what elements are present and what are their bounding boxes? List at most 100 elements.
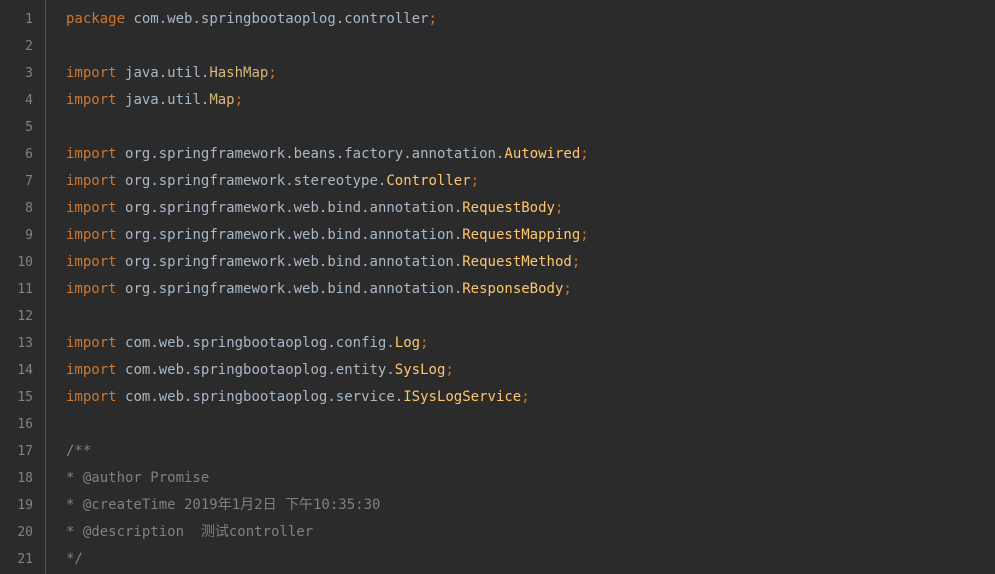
code-token: Controller (386, 173, 470, 189)
code-token: import (66, 389, 125, 405)
code-token: . (150, 362, 158, 378)
code-line[interactable]: * @createTime 2019年1月2日 下午10:35:30 (66, 492, 995, 519)
code-token: web (294, 200, 319, 216)
code-token: . (454, 227, 462, 243)
code-line[interactable]: import java.util.Map; (66, 87, 995, 114)
code-token: . (454, 200, 462, 216)
code-token: import (66, 92, 125, 108)
code-token: * @createTime 2019年1月2日 下午10:35:30 (66, 497, 380, 513)
code-line[interactable]: import com.web.springbootaoplog.entity.S… (66, 357, 995, 384)
line-number: 3 (0, 60, 45, 87)
code-token: import (66, 281, 125, 297)
code-token: ; (521, 389, 529, 405)
code-token: . (159, 65, 167, 81)
code-token: com (125, 335, 150, 351)
code-token: . (150, 254, 158, 270)
code-token: . (336, 11, 344, 27)
code-line[interactable]: package com.web.springbootaoplog.control… (66, 6, 995, 33)
line-number: 7 (0, 168, 45, 195)
code-token: import (66, 227, 125, 243)
code-token: web (159, 389, 184, 405)
code-line[interactable]: import org.springframework.web.bind.anno… (66, 249, 995, 276)
code-line[interactable]: import org.springframework.beans.factory… (66, 141, 995, 168)
code-token: bind (327, 200, 361, 216)
code-line[interactable]: import com.web.springbootaoplog.config.L… (66, 330, 995, 357)
code-token: org (125, 200, 150, 216)
code-token: . (361, 254, 369, 270)
code-token: import (66, 65, 125, 81)
code-token: ; (563, 281, 571, 297)
code-line[interactable]: * @author Promise (66, 465, 995, 492)
code-token: annotation (370, 227, 454, 243)
code-token: annotation (412, 146, 496, 162)
code-line[interactable]: */ (66, 546, 995, 573)
line-number: 21 (0, 546, 45, 573)
code-token: com (133, 11, 158, 27)
code-line[interactable]: import org.springframework.web.bind.anno… (66, 276, 995, 303)
code-token: controller (344, 11, 428, 27)
code-token: springbootaoplog (192, 362, 327, 378)
code-token: annotation (370, 281, 454, 297)
code-line[interactable] (66, 411, 995, 438)
code-token: . (150, 200, 158, 216)
line-number: 9 (0, 222, 45, 249)
code-token: bind (327, 254, 361, 270)
code-line[interactable] (66, 33, 995, 60)
code-token: RequestBody (462, 200, 555, 216)
code-token: web (294, 254, 319, 270)
code-token: org (125, 146, 150, 162)
code-token: web (167, 11, 192, 27)
code-line[interactable] (66, 303, 995, 330)
code-token: . (285, 227, 293, 243)
code-line[interactable]: import org.springframework.web.bind.anno… (66, 222, 995, 249)
code-token: . (150, 227, 158, 243)
code-token: web (159, 362, 184, 378)
code-token: /** (66, 443, 91, 459)
code-line[interactable]: import java.util.HashMap; (66, 60, 995, 87)
line-number: 11 (0, 276, 45, 303)
code-line[interactable]: * @description 测试controller (66, 519, 995, 546)
code-token: import (66, 146, 125, 162)
code-token: entity (336, 362, 387, 378)
code-line[interactable]: import com.web.springbootaoplog.service.… (66, 384, 995, 411)
code-area[interactable]: package com.web.springbootaoplog.control… (46, 0, 995, 574)
line-number: 14 (0, 357, 45, 384)
code-editor[interactable]: 123456789101112131415161718192021 packag… (0, 0, 995, 574)
code-line[interactable]: import org.springframework.stereotype.Co… (66, 168, 995, 195)
code-token: . (285, 146, 293, 162)
code-token: RequestMapping (462, 227, 580, 243)
code-token: web (294, 227, 319, 243)
code-token: org (125, 254, 150, 270)
code-token: org (125, 173, 150, 189)
code-token: . (150, 389, 158, 405)
code-token: service (336, 389, 395, 405)
line-number: 16 (0, 411, 45, 438)
code-token: factory (344, 146, 403, 162)
code-token: HashMap (209, 65, 268, 81)
code-token: org (125, 227, 150, 243)
code-token: . (285, 281, 293, 297)
code-token: web (159, 335, 184, 351)
line-number: 17 (0, 438, 45, 465)
line-number: 6 (0, 141, 45, 168)
code-line[interactable]: import org.springframework.web.bind.anno… (66, 195, 995, 222)
code-token: import (66, 173, 125, 189)
code-token: . (386, 362, 394, 378)
code-token: ; (268, 65, 276, 81)
code-token: . (327, 335, 335, 351)
line-number: 13 (0, 330, 45, 357)
code-token: springframework (159, 146, 285, 162)
code-token: SysLog (395, 362, 446, 378)
code-line[interactable]: /** (66, 438, 995, 465)
code-line[interactable] (66, 114, 995, 141)
code-token: . (361, 281, 369, 297)
code-token: . (361, 200, 369, 216)
code-token: com (125, 389, 150, 405)
code-token: springbootaoplog (192, 389, 327, 405)
line-number: 8 (0, 195, 45, 222)
line-number: 4 (0, 87, 45, 114)
code-token: bind (327, 227, 361, 243)
code-token: . (150, 173, 158, 189)
code-token: . (285, 200, 293, 216)
line-number: 2 (0, 33, 45, 60)
